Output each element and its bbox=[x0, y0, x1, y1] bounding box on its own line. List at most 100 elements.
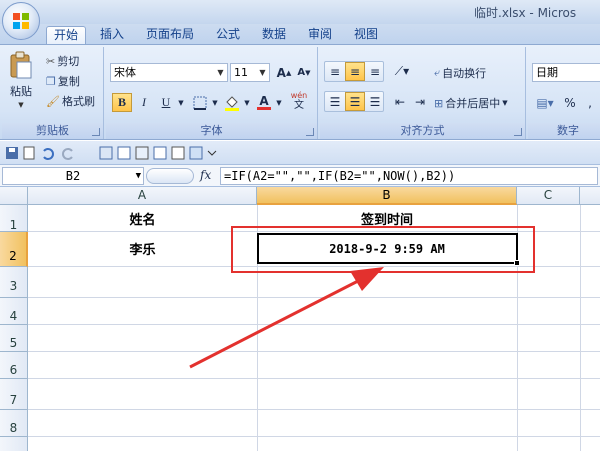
font-launcher-icon[interactable] bbox=[306, 128, 314, 136]
percent-button[interactable]: % bbox=[560, 93, 580, 112]
borders-icon bbox=[193, 96, 207, 110]
cell-a2[interactable]: 李乐 bbox=[28, 239, 257, 258]
wrap-text-icon: ⤶ bbox=[434, 66, 441, 79]
number-group: 日期 ▤▾ % , 数字 bbox=[528, 47, 600, 139]
title-bar: 临时.xlsx - Micros bbox=[0, 0, 600, 24]
gridline-row-3 bbox=[28, 297, 600, 298]
merge-dropdown-icon[interactable]: ▼ bbox=[502, 99, 507, 107]
shrink-font-button[interactable]: A ▼ bbox=[294, 63, 314, 82]
row-header-8[interactable]: 8 bbox=[0, 410, 28, 437]
column-header-a[interactable]: A bbox=[28, 187, 257, 205]
orientation-icon: ⟋▾ bbox=[394, 64, 410, 78]
cut-button[interactable]: ✂ 剪切 bbox=[46, 53, 79, 69]
paint-bucket-icon bbox=[225, 95, 239, 111]
align-bottom-icon: ≡ bbox=[369, 64, 381, 79]
shrink-font-caret-icon: ▼ bbox=[305, 68, 311, 77]
paste-label: 粘贴 bbox=[10, 85, 32, 98]
tab-data[interactable]: 数据 bbox=[254, 26, 294, 44]
bold-button[interactable]: B bbox=[112, 93, 132, 112]
alignment-launcher-icon[interactable] bbox=[514, 128, 522, 136]
formula-bar-handle[interactable] bbox=[146, 168, 194, 184]
tab-insert[interactable]: 插入 bbox=[92, 26, 132, 44]
tab-home[interactable]: 开始 bbox=[46, 26, 86, 44]
row-header-5[interactable]: 5 bbox=[0, 325, 28, 352]
cut-label: 剪切 bbox=[57, 55, 80, 68]
orientation-button[interactable]: ⟋▾ bbox=[388, 62, 416, 81]
decrease-indent-button[interactable]: ⇤ bbox=[390, 92, 410, 111]
name-box[interactable]: B2 ▼ bbox=[2, 167, 144, 185]
font-name-dropdown-icon[interactable]: ▼ bbox=[215, 65, 226, 80]
name-box-dropdown-icon[interactable]: ▼ bbox=[136, 168, 141, 184]
grow-font-button[interactable]: A ▲ bbox=[274, 63, 294, 82]
row-header-6[interactable]: 6 bbox=[0, 352, 28, 379]
fill-color-dropdown-icon[interactable]: ▼ bbox=[242, 93, 252, 112]
column-header-b[interactable]: B bbox=[257, 187, 517, 205]
qat-icons bbox=[6, 146, 217, 160]
office-button[interactable] bbox=[2, 2, 40, 40]
column-header-overflow bbox=[580, 187, 600, 205]
tab-view[interactable]: 视图 bbox=[346, 26, 386, 44]
increase-indent-button[interactable]: ⇥ bbox=[410, 92, 430, 111]
clipboard-launcher-icon[interactable] bbox=[92, 128, 100, 136]
tab-formulas[interactable]: 公式 bbox=[208, 26, 248, 44]
gridline-col-c bbox=[580, 205, 581, 451]
quick-access-toolbar bbox=[0, 141, 600, 165]
formula-input[interactable]: =IF(A2="","",IF(B2="",NOW(),B2)) bbox=[220, 167, 598, 185]
align-right-button[interactable]: ☰ bbox=[365, 92, 385, 111]
align-center-button[interactable]: ☰ bbox=[345, 92, 365, 111]
accounting-format-button[interactable]: ▤▾ bbox=[534, 93, 556, 112]
borders-dropdown-icon[interactable]: ▼ bbox=[210, 93, 220, 112]
row-header-1[interactable]: 1 bbox=[0, 205, 28, 232]
tab-page-layout[interactable]: 页面布局 bbox=[138, 26, 202, 44]
row-header-2[interactable]: 2 bbox=[0, 232, 28, 267]
align-top-icon: ≡ bbox=[329, 64, 341, 79]
row-header-7[interactable]: 7 bbox=[0, 379, 28, 410]
font-size-value: 11 bbox=[234, 66, 248, 79]
row-header-3[interactable]: 3 bbox=[0, 267, 28, 298]
phonetic-glyph: wén bbox=[290, 90, 308, 100]
align-top-button[interactable]: ≡ bbox=[325, 62, 345, 81]
font-color-swatch-icon bbox=[257, 107, 271, 110]
select-all-corner[interactable] bbox=[0, 187, 28, 205]
borders-button[interactable] bbox=[190, 93, 210, 112]
font-size-combo[interactable]: 11 ▼ bbox=[230, 63, 270, 82]
insert-function-icon[interactable]: fx bbox=[200, 168, 211, 182]
fill-color-button[interactable] bbox=[222, 93, 242, 112]
alignment-group-label: 对齐方式 bbox=[320, 123, 525, 139]
italic-button[interactable]: I bbox=[134, 93, 154, 112]
number-format-combo[interactable]: 日期 bbox=[532, 63, 600, 82]
underline-button[interactable]: U bbox=[156, 93, 176, 112]
wrap-text-button[interactable]: ⤶ 自动换行 bbox=[434, 65, 486, 81]
align-middle-icon: ≡ bbox=[349, 64, 361, 79]
font-name-combo[interactable]: 宋体 ▼ bbox=[110, 63, 228, 82]
format-painter-button[interactable]: 🖌 格式刷 bbox=[46, 93, 95, 109]
underline-dropdown-icon[interactable]: ▼ bbox=[176, 93, 186, 112]
align-left-icon: ☰ bbox=[329, 94, 341, 109]
cell-a1[interactable]: 姓名 bbox=[28, 209, 257, 228]
copy-button[interactable]: ❐ 复制 bbox=[46, 73, 80, 89]
column-header-c[interactable]: C bbox=[517, 187, 580, 205]
tab-review[interactable]: 审阅 bbox=[300, 26, 340, 44]
gridline-row-5 bbox=[28, 351, 600, 352]
paste-button[interactable]: 粘贴 ▼ bbox=[8, 51, 34, 109]
format-painter-label: 格式刷 bbox=[61, 95, 95, 108]
alignment-group: ≡ ≡ ≡ ⟋▾ ⤶ 自动换行 ☰ ☰ ☰ ⇤ ⇥ ⊞ 合并后居中 ▼ 对齐方式 bbox=[320, 47, 526, 139]
align-left-button[interactable]: ☰ bbox=[325, 92, 345, 111]
currency-icon: ▤▾ bbox=[536, 95, 554, 110]
font-group-label: 字体 bbox=[106, 123, 317, 139]
font-color-button[interactable]: A bbox=[254, 93, 274, 112]
ribbon: 粘贴 ▼ ✂ 剪切 ❐ 复制 🖌 格式刷 剪贴板 宋体 ▼ 11 ▼ A ▲ A… bbox=[0, 44, 600, 140]
align-middle-button[interactable]: ≡ bbox=[345, 62, 365, 81]
align-bottom-button[interactable]: ≡ bbox=[365, 62, 385, 81]
brush-icon: 🖌 bbox=[46, 94, 60, 108]
phonetic-button[interactable]: wén 文 bbox=[286, 90, 312, 111]
scissors-icon: ✂ bbox=[46, 54, 56, 68]
gridline-row-6 bbox=[28, 378, 600, 379]
worksheet-grid: A B C 1 2 3 4 5 6 7 8 姓名 签到时间 李乐 2018-9-… bbox=[0, 187, 600, 451]
font-color-dropdown-icon[interactable]: ▼ bbox=[274, 93, 284, 112]
row-header-4[interactable]: 4 bbox=[0, 298, 28, 325]
font-name-value: 宋体 bbox=[114, 66, 136, 79]
merge-center-button[interactable]: ⊞ 合并后居中 ▼ bbox=[434, 95, 508, 111]
font-size-dropdown-icon[interactable]: ▼ bbox=[257, 65, 268, 80]
comma-button[interactable]: , bbox=[580, 93, 600, 112]
